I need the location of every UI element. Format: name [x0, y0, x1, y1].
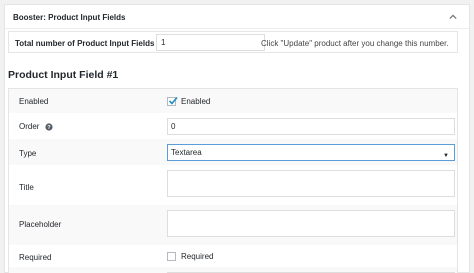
placeholder-row: Placeholder — [9, 205, 457, 245]
collapse-arrow-icon[interactable] — [449, 13, 457, 21]
type-row: Type Textarea ▼ — [9, 139, 457, 165]
enabled-checkbox[interactable] — [167, 96, 178, 106]
svg-text:?: ? — [48, 125, 52, 131]
help-icon[interactable]: ? — [45, 123, 54, 131]
field-settings-table: Enabled Enabled Order? 0 Type Textarea ▼… — [8, 88, 458, 273]
enabled-checkbox-label: Enabled — [181, 97, 211, 106]
title-textarea[interactable] — [167, 170, 455, 197]
panel-header[interactable]: Booster: Product Input Fields — [5, 5, 469, 29]
required-label: Required — [19, 253, 52, 262]
placeholder-textarea[interactable] — [167, 210, 455, 237]
order-label: Order? — [19, 122, 54, 131]
required-checkbox[interactable] — [167, 252, 176, 261]
required-row: Required Required — [9, 245, 457, 267]
required-checkbox-label: Required — [181, 252, 214, 261]
order-label-text: Order — [19, 122, 40, 131]
next-row — [9, 267, 457, 273]
total-fields-input[interactable]: 1 — [156, 34, 265, 51]
title-row: Title — [9, 165, 457, 205]
checkmark-icon — [168, 96, 178, 105]
type-selected-value: Textarea — [171, 148, 202, 157]
title-label: Title — [19, 183, 34, 192]
order-input[interactable]: 0 — [167, 118, 455, 135]
total-fields-row: Total number of Product Input Fields 1 C… — [8, 31, 458, 53]
placeholder-label: Placeholder — [19, 220, 62, 229]
dropdown-arrow-icon: ▼ — [443, 153, 449, 159]
section-title: Product Input Field #1 — [8, 69, 119, 81]
total-fields-label: Total number of Product Input Fields — [15, 39, 155, 48]
type-label: Type — [19, 149, 37, 158]
order-row: Order? 0 — [9, 113, 457, 139]
total-fields-hint: Click "Update" product after you change … — [261, 39, 449, 48]
enabled-row: Enabled Enabled — [9, 89, 457, 113]
type-select[interactable]: Textarea ▼ — [167, 144, 455, 161]
enabled-label: Enabled — [19, 97, 49, 106]
panel-title: Booster: Product Input Fields — [13, 13, 126, 22]
